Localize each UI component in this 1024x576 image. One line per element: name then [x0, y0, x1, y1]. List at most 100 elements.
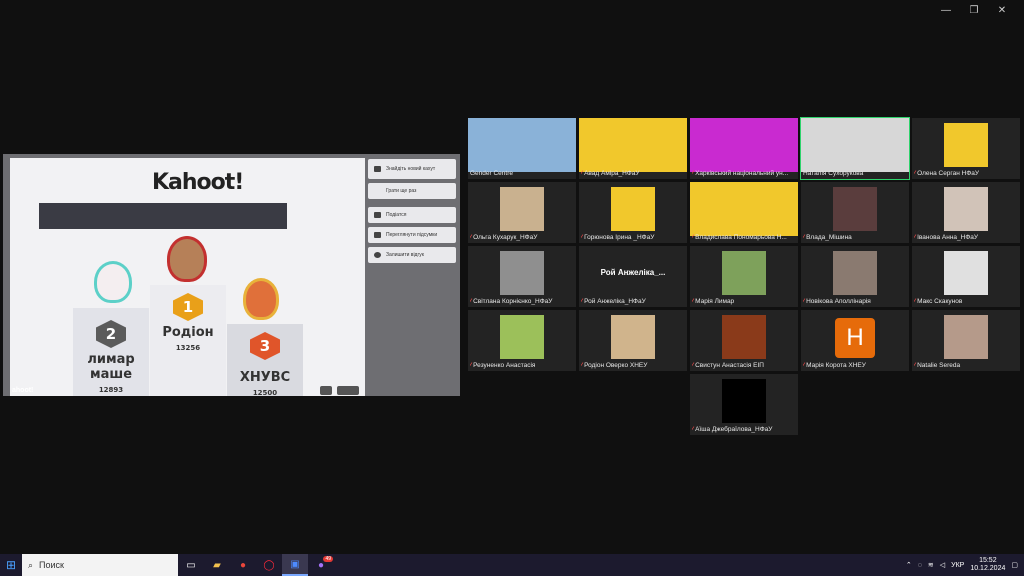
desktop: — ❐ ✕ Kahoot! 2 лимар маше 12893 1 Родіо… — [0, 0, 1024, 576]
participant-video — [944, 315, 988, 359]
fullscreen-icon[interactable] — [337, 386, 359, 395]
task-view-icon[interactable]: ▭ — [178, 554, 204, 576]
play-again-button[interactable]: Грати ще раз — [368, 183, 456, 199]
participant-name-text: Родіон Оверко ХНЕУ — [584, 362, 648, 369]
minimize-button[interactable]: — — [932, 4, 960, 18]
participant-video — [611, 187, 655, 231]
network-icon[interactable]: ◌ — [918, 562, 922, 569]
participant-name-text: Gender Centre — [470, 170, 513, 177]
participant-tile[interactable]: ⁄ Владислава Пономарьова Н... — [690, 182, 798, 243]
taskbar-search[interactable]: ⌕ Поиск — [22, 554, 178, 576]
muted-mic-icon: ⁄ — [692, 234, 694, 241]
language-indicator[interactable]: УКР — [951, 562, 964, 569]
muted-mic-icon: ⁄ — [581, 234, 583, 241]
menu-label: Залишити відгук — [386, 252, 424, 258]
participant-name-text: Наталія Сухорукова — [803, 170, 864, 177]
participant-name: ⁄ Харківський національний ун... — [692, 170, 796, 178]
participant-video — [722, 379, 766, 423]
participant-tile[interactable]: Наталія Сухорукова — [800, 117, 910, 180]
title-bar-redacted — [39, 203, 287, 229]
participant-name-text: Харківський національний ун... — [695, 170, 789, 177]
share-button[interactable]: Подіатся — [368, 207, 456, 223]
initial-avatar: H — [835, 318, 875, 358]
participant-tile[interactable]: ⁄ Ольга Кухарук_НФаУ — [468, 182, 576, 243]
kahoot-logo: Kahoot! — [152, 170, 244, 195]
participant-name: ⁄ Марія Лимар — [692, 298, 796, 306]
participant-tile[interactable]: Gender Centre — [468, 118, 576, 179]
muted-mic-icon: ⁄ — [914, 298, 916, 305]
participant-name: ⁄ Новікова Аполлінарія — [803, 298, 907, 306]
rank-badge: 2 — [96, 320, 126, 348]
date: 10.12.2024 — [970, 565, 1006, 572]
muted-mic-icon: ⁄ — [914, 170, 916, 177]
clock[interactable]: 15:52 10.12.2024 — [970, 557, 1005, 573]
wifi-icon[interactable]: ≋ — [928, 561, 934, 569]
feedback-button[interactable]: Залишити відгук — [368, 247, 456, 263]
participant-tile[interactable]: ⁄ Резуненко Анастасія — [468, 310, 576, 371]
muted-mic-icon: ⁄ — [692, 362, 694, 369]
close-button[interactable]: ✕ — [988, 4, 1016, 18]
chat-icon — [374, 252, 381, 258]
participant-tile[interactable]: ⁄ Аїша Джебраїлова_НФаУ — [690, 374, 798, 435]
muted-mic-icon: ⁄ — [692, 298, 694, 305]
participant-tile[interactable]: ⁄ Родіон Оверко ХНЕУ — [579, 310, 687, 371]
muted-mic-icon: ⁄ — [581, 362, 583, 369]
participant-video — [722, 315, 766, 359]
zoom-icon[interactable]: ▣ — [282, 554, 308, 576]
participant-name-text: Свистун Анастасія ЕІП — [695, 362, 764, 369]
participant-tile[interactable]: ⁄ Авад Аміра_НФаУ — [579, 118, 687, 179]
participant-tile[interactable]: ⁄ Іванова Анна_НФаУ — [912, 182, 1020, 243]
muted-mic-icon: ⁄ — [914, 362, 916, 369]
results-icon — [374, 232, 381, 238]
participant-name: ⁄ Рой Анжеліка_НФаУ — [581, 298, 685, 306]
file-explorer-icon[interactable]: ▰ — [204, 554, 230, 576]
avatar-first-place — [167, 236, 207, 282]
participant-tile[interactable]: ⁄ Світлана Корнієнко_НФаУ — [468, 246, 576, 307]
participant-video — [833, 187, 877, 231]
system-tray: ⌃ ◌ ≋ ◁ УКР 15:52 10.12.2024 ▢ — [906, 557, 1024, 573]
shared-screen: Kahoot! 2 лимар маше 12893 1 Родіон 1325… — [3, 154, 460, 396]
find-new-kahoot-button[interactable]: Знайдіть новий кахут — [368, 159, 456, 179]
participant-video — [500, 251, 544, 295]
notification-icon[interactable]: ▢ — [1011, 561, 1018, 569]
participant-name: ⁄ Влада_Мішина — [803, 234, 907, 242]
participant-tile[interactable]: ⁄ Горюнова Ірина _НФаУ — [579, 182, 687, 243]
participant-tile[interactable]: ⁄ Новікова Аполлінарія — [801, 246, 909, 307]
participant-video — [468, 118, 576, 172]
participant-tile[interactable]: ⁄ Влада_Мішина — [801, 182, 909, 243]
participant-tile[interactable]: Рой Анжеліка_... ⁄ Рой Анжеліка_НФаУ — [579, 246, 687, 307]
participant-name: ⁄ Авад Аміра_НФаУ — [581, 170, 685, 178]
podium-name: Родіон — [162, 325, 214, 340]
windows-start-icon[interactable]: ⊞ — [0, 554, 22, 576]
participant-tile[interactable]: ⁄ Свистун Анастасія ЕІП — [690, 310, 798, 371]
podium-third: 3 ХНУВС 12500 — [227, 324, 303, 396]
kahoot-side-menu: Знайдіть новий кахут Грати ще раз Подіат… — [368, 159, 456, 267]
menu-label: Подіатся — [386, 212, 407, 218]
participant-tile[interactable]: ⁄ Харківський національний ун... — [690, 118, 798, 179]
participant-name-text: Марія Лимар — [695, 298, 735, 305]
chrome-icon[interactable]: ● — [230, 554, 256, 576]
volume-icon[interactable]: ◁ — [940, 561, 945, 569]
opera-icon[interactable]: ◯ — [256, 554, 282, 576]
mute-icon[interactable] — [320, 386, 332, 395]
view-results-button[interactable]: Переглянути підсумки — [368, 227, 456, 243]
podium-score: 13256 — [175, 344, 201, 352]
participant-name-text: Новікова Аполлінарія — [806, 298, 871, 305]
participant-tile[interactable]: ⁄ Марія Лимар — [690, 246, 798, 307]
chevron-up-icon[interactable]: ⌃ — [906, 561, 912, 569]
kahoot-corner-logo: ahoot! — [12, 387, 34, 394]
participant-tile[interactable]: H ⁄ Марія Корота ХНЕУ — [801, 310, 909, 371]
maximize-button[interactable]: ❐ — [960, 4, 988, 18]
participant-video — [579, 118, 687, 172]
participant-name-text: Рой Анжеліка_НФаУ — [584, 298, 646, 305]
viber-icon[interactable]: ● 49 — [308, 554, 334, 576]
participant-video — [833, 251, 877, 295]
participant-tile[interactable]: ⁄ Natalie Sereda — [912, 310, 1020, 371]
participant-tile[interactable]: ⁄ Макс Скакунов — [912, 246, 1020, 307]
kahoot-icon — [374, 166, 381, 172]
participant-video — [500, 315, 544, 359]
participant-tile[interactable]: ⁄ Олена Серган НФаУ — [912, 118, 1020, 179]
participant-name: ⁄ Владислава Пономарьова Н... — [692, 234, 796, 242]
share-icon — [374, 212, 381, 218]
search-icon: ⌕ — [28, 559, 34, 570]
